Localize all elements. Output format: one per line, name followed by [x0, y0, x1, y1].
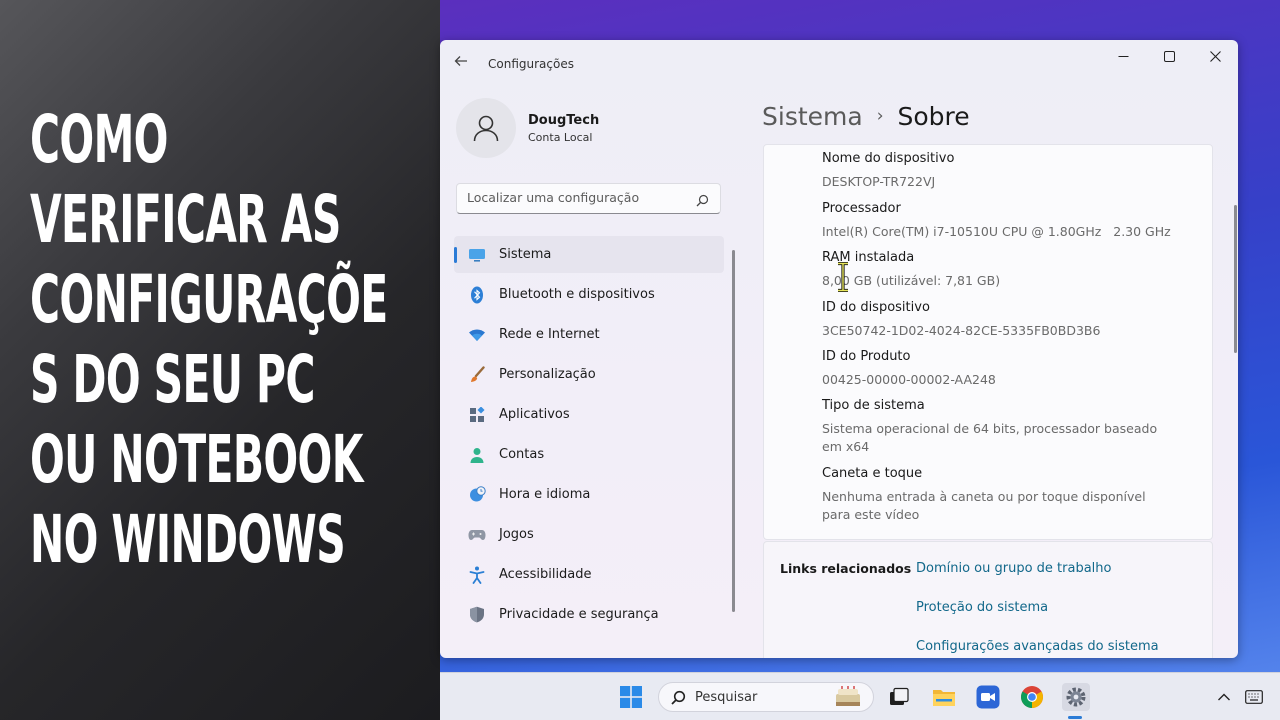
content-scrollbar[interactable]	[1234, 205, 1237, 353]
sidebar-item-label: Contas	[499, 447, 545, 462]
spec-product-id: ID do Produto 00425-00000-00002-AA248	[822, 349, 996, 389]
sidebar-item-rede[interactable]: Rede e Internet	[454, 316, 724, 353]
bluetooth-icon	[468, 286, 486, 304]
chevron-up-icon[interactable]	[1210, 683, 1238, 711]
windows-start-icon[interactable]	[617, 683, 645, 711]
spec-value: Intel(R) Core(TM) i7-10510U CPU @ 1.80GH…	[822, 224, 1171, 239]
sidebar-item-bluetooth[interactable]: Bluetooth e dispositivos	[454, 276, 724, 313]
spec-device-name: Nome do dispositivo DESKTOP-TR722VJ	[822, 151, 954, 191]
spec-system-type: Tipo de sistema Sistema operacional de 6…	[822, 398, 1172, 456]
chevron-right-icon: ›	[876, 106, 884, 126]
avatar[interactable]	[456, 98, 516, 158]
sidebar-item-label: Acessibilidade	[499, 567, 592, 582]
related-links-title: Links relacionados	[780, 561, 912, 576]
sidebar-scrollbar[interactable]	[732, 250, 735, 612]
shield-icon	[468, 606, 486, 624]
taskbar-search-box[interactable]: Pesquisar	[658, 682, 874, 712]
file-explorer-icon[interactable]	[930, 683, 958, 711]
user-name: DougTech	[528, 113, 600, 128]
sidebar-item-label: Aplicativos	[499, 407, 570, 422]
sidebar-nav: Sistema Bluetooth e dispositivos Rede e …	[454, 236, 724, 636]
window-title: Configurações	[488, 57, 574, 71]
headline-line: OU NOTEBOOK	[30, 421, 363, 498]
spec-label: Caneta e toque	[822, 466, 923, 481]
sidebar-item-personalizacao[interactable]: Personalização	[454, 356, 724, 393]
sidebar-item-contas[interactable]: Contas	[454, 436, 724, 473]
headline-line: VERIFICAR AS	[30, 181, 341, 258]
headline: COMO VERIFICAR AS CONFIGURAÇÕE S DO SEU …	[30, 100, 427, 580]
spec-label: Processador	[822, 201, 901, 216]
sidebar-item-label: Privacidade e segurança	[499, 607, 659, 622]
spec-device-id: ID do dispositivo 3CE50742-1D02-4024-82C…	[822, 300, 1100, 340]
headline-line: NO WINDOWS	[30, 501, 346, 578]
wifi-icon	[468, 326, 486, 344]
back-arrow-icon[interactable]	[454, 54, 470, 70]
spec-value: 3CE50742-1D02-4024-82CE-5335FB0BD3B6	[822, 323, 1101, 338]
headline-line: CONFIGURAÇÕE	[30, 261, 388, 338]
related-links-card: Links relacionados Domínio ou grupo de t…	[763, 541, 1213, 658]
sidebar-item-label: Rede e Internet	[499, 327, 600, 342]
chrome-icon[interactable]	[1018, 683, 1046, 711]
sidebar-item-label: Hora e idioma	[499, 487, 591, 502]
device-specs-card: Nome do dispositivo DESKTOP-TR722VJ Proc…	[763, 144, 1213, 540]
sidebar-item-sistema[interactable]: Sistema	[454, 236, 724, 273]
spec-processor: Processador Intel(R) Core(TM) i7-10510U …	[822, 201, 1171, 241]
gamepad-icon	[468, 526, 486, 544]
sidebar-item-acessibilidade[interactable]: Acessibilidade	[454, 556, 724, 593]
settings-search-box[interactable]	[456, 183, 721, 214]
sidebar-item-label: Sistema	[499, 247, 552, 262]
active-app-indicator	[1068, 716, 1082, 719]
headline-line: S DO SEU PC	[30, 341, 315, 418]
sidebar-item-label: Jogos	[499, 527, 534, 542]
apps-icon	[468, 406, 486, 424]
sidebar-item-aplicativos[interactable]: Aplicativos	[454, 396, 724, 433]
settings-gear-icon[interactable]	[1062, 683, 1090, 711]
person-icon	[468, 446, 486, 464]
spec-label: ID do Produto	[822, 349, 911, 364]
accessibility-icon	[468, 566, 486, 584]
keyboard-icon[interactable]	[1240, 683, 1268, 711]
settings-window: Configurações DougTech Conta Local Local…	[440, 40, 1238, 658]
link-domain-workgroup[interactable]: Domínio ou grupo de trabalho	[916, 561, 1112, 576]
window-controls	[1100, 40, 1238, 72]
spec-label: Nome do dispositivo	[822, 151, 955, 166]
headline-line: COMO	[30, 101, 168, 178]
link-system-protection[interactable]: Proteção do sistema	[916, 600, 1048, 615]
search-icon[interactable]	[696, 192, 710, 207]
person-icon	[473, 115, 499, 142]
spec-label: Tipo de sistema	[822, 398, 925, 413]
sidebar-item-jogos[interactable]: Jogos	[454, 516, 724, 553]
monitor-icon	[468, 246, 486, 264]
spec-value: Nenhuma entrada à caneta ou por toque di…	[822, 489, 1146, 522]
spec-label: ID do dispositivo	[822, 300, 930, 315]
breadcrumb-parent[interactable]: Sistema	[762, 102, 863, 131]
minimize-button[interactable]	[1100, 40, 1146, 72]
task-view-icon[interactable]	[885, 683, 913, 711]
sidebar-item-hora-idioma[interactable]: Hora e idioma	[454, 476, 724, 513]
sidebar-item-label: Personalização	[499, 367, 596, 382]
page-title: Sobre	[897, 101, 970, 131]
close-button[interactable]	[1192, 40, 1238, 72]
maximize-button[interactable]	[1146, 40, 1192, 72]
sidebar-item-label: Bluetooth e dispositivos	[499, 287, 655, 302]
spec-pen-touch: Caneta e toque Nenhuma entrada à caneta …	[822, 466, 1172, 524]
teams-meet-icon[interactable]	[974, 683, 1002, 711]
spec-value: Sistema operacional de 64 bits, processa…	[822, 421, 1158, 454]
link-advanced-system-settings[interactable]: Configurações avançadas do sistema	[916, 639, 1159, 654]
globe-clock-icon	[468, 486, 486, 504]
brush-icon	[468, 365, 486, 384]
title-bar: Configurações	[440, 40, 1238, 86]
widget-icon[interactable]	[833, 685, 863, 713]
spec-value: 00425-00000-00002-AA248	[822, 372, 996, 387]
text-cursor-icon	[837, 261, 849, 293]
search-icon	[671, 690, 686, 709]
search-input[interactable]	[467, 190, 687, 205]
spec-value: DESKTOP-TR722VJ	[822, 174, 936, 189]
sidebar-item-privacidade[interactable]: Privacidade e segurança	[454, 596, 724, 633]
breadcrumb: Sistema › Sobre	[762, 98, 970, 134]
account-type: Conta Local	[528, 131, 593, 144]
taskbar: Pesquisar	[440, 672, 1280, 720]
taskbar-search-label: Pesquisar	[695, 690, 758, 705]
title-panel: COMO VERIFICAR AS CONFIGURAÇÕE S DO SEU …	[0, 0, 440, 720]
